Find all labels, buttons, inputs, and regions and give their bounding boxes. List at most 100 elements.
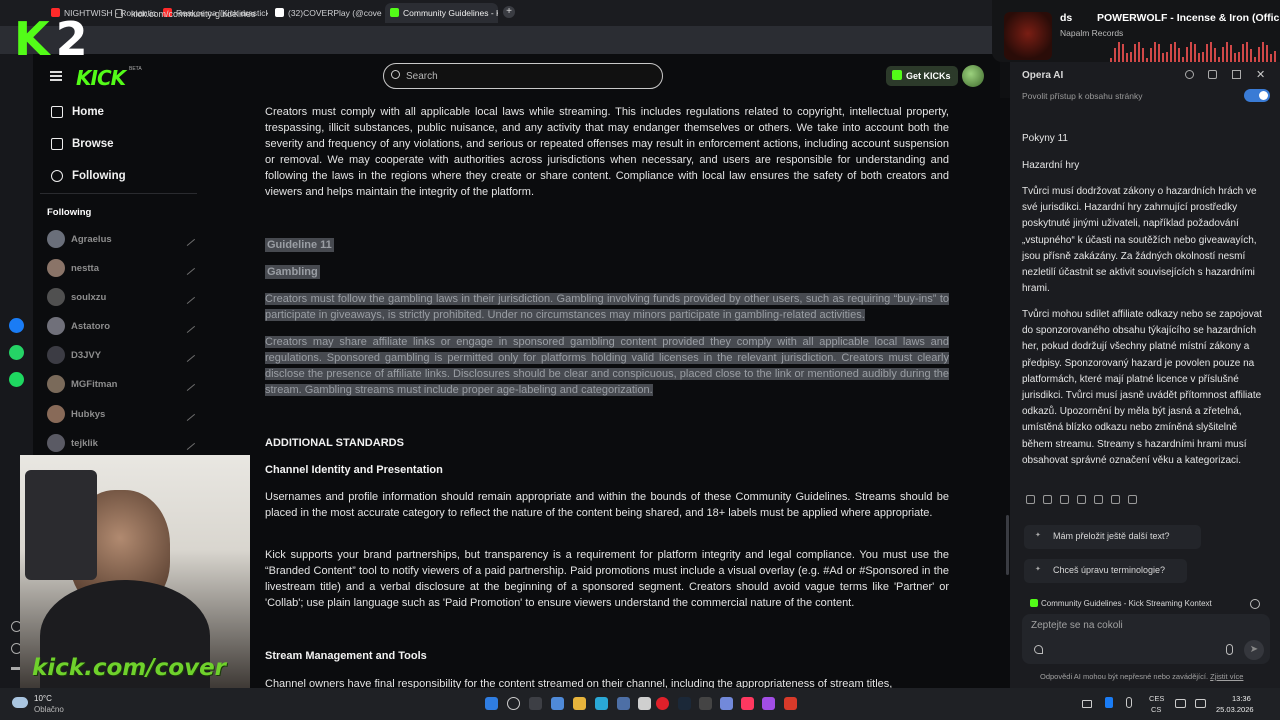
tray-icon[interactable]: [1082, 700, 1092, 708]
ai-answer-paragraph: Tvůrci mohou sdílet affiliate odkazy neb…: [1022, 309, 1262, 466]
copy-icon[interactable]: [1094, 495, 1103, 504]
tab-coverplay[interactable]: (32)COVERPlay (@coverpl: [270, 3, 382, 23]
following-item[interactable]: nestta: [47, 259, 197, 279]
visualizer-bar: [1238, 51, 1240, 62]
app-icon[interactable]: [741, 697, 754, 710]
speaker-icon[interactable]: [1077, 495, 1086, 504]
task-view-icon[interactable]: [529, 697, 542, 710]
clock-time[interactable]: 13:36: [1232, 694, 1251, 703]
nav-home[interactable]: Home: [72, 106, 104, 118]
new-chat-icon[interactable]: [1208, 70, 1217, 79]
following-item[interactable]: Hubkys: [47, 405, 197, 425]
visualizer-bar: [1214, 48, 1216, 62]
visualizer-bar: [1206, 43, 1208, 62]
bluetooth-icon[interactable]: [1105, 697, 1113, 708]
keyboard-layout-sub[interactable]: CS: [1151, 705, 1161, 714]
learn-more-link[interactable]: Zjistit více: [1210, 672, 1243, 681]
kicks-icon: [892, 70, 902, 80]
chrome-icon[interactable]: [551, 697, 564, 710]
visualizer-bar: [1118, 42, 1120, 62]
attach-icon[interactable]: [1034, 645, 1043, 654]
whatsapp-icon[interactable]: [9, 345, 24, 360]
network-icon[interactable]: [1175, 699, 1186, 708]
app-icon[interactable]: [784, 697, 797, 710]
edge-icon[interactable]: [595, 697, 608, 710]
following-item[interactable]: D3JVY: [47, 346, 197, 366]
steam-icon[interactable]: [678, 697, 691, 710]
weather-temp[interactable]: 10°C: [34, 694, 52, 703]
volume-icon[interactable]: [1195, 699, 1206, 708]
new-tab-button[interactable]: +: [503, 6, 515, 18]
close-icon[interactable]: ✕: [1256, 68, 1265, 81]
visualizer-bar: [1182, 57, 1184, 62]
suggestion-chip[interactable]: Chceš úpravu terminologie?: [1024, 559, 1187, 583]
following-item[interactable]: soulxzu: [47, 288, 197, 308]
spotify-icon[interactable]: [9, 372, 24, 387]
visualizer-bar: [1242, 43, 1244, 62]
store-icon[interactable]: [617, 697, 630, 710]
offline-icon: [180, 231, 196, 247]
regenerate-icon[interactable]: [1060, 495, 1069, 504]
info-icon[interactable]: [1250, 599, 1260, 609]
settings-icon[interactable]: [1185, 70, 1194, 79]
avatar[interactable]: [962, 65, 984, 87]
ai-answer-paragraph: Tvůrci musí dodržovat zákony o hazardníc…: [1022, 186, 1257, 295]
following-item[interactable]: MGFitman: [47, 375, 197, 395]
offline-icon: [180, 347, 196, 363]
thumbs-up-icon[interactable]: [1026, 495, 1035, 504]
visualizer-bar: [1234, 53, 1236, 62]
track-title: POWERWOLF - Incense & Iron (Offic: [1097, 12, 1280, 24]
following-item[interactable]: Astatoro: [47, 317, 197, 337]
expand-icon[interactable]: [1232, 70, 1241, 79]
visualizer-bar: [1142, 47, 1144, 62]
keyboard-layout[interactable]: CES: [1149, 694, 1164, 703]
visualizer-bar: [1178, 48, 1180, 62]
section-title: Gambling: [265, 265, 320, 279]
avatar: [47, 259, 65, 277]
thumbs-down-icon[interactable]: [1043, 495, 1052, 504]
twitch-icon[interactable]: [762, 697, 775, 710]
lock-icon[interactable]: [115, 9, 123, 18]
discord-icon[interactable]: [720, 697, 733, 710]
visualizer-bar: [1254, 56, 1256, 62]
address-bar: [0, 26, 1000, 54]
opera-icon[interactable]: [656, 697, 669, 710]
tab-community-guidelines[interactable]: Community Guidelines - K: [385, 3, 498, 23]
share-icon[interactable]: [1128, 495, 1137, 504]
app-icon[interactable]: [638, 697, 651, 710]
clock-date[interactable]: 25.03.2026: [1216, 705, 1254, 714]
divider: [40, 193, 197, 194]
send-button[interactable]: ➤: [1244, 640, 1264, 660]
image-icon[interactable]: [1111, 495, 1120, 504]
app-icon[interactable]: [699, 697, 712, 710]
beta-badge: BETA: [129, 66, 142, 72]
ai-panel-title: Opera AI: [1022, 70, 1064, 81]
tab-label: (32)COVERPlay (@coverpl: [288, 8, 382, 18]
microphone-icon[interactable]: [1226, 644, 1233, 655]
messenger-icon[interactable]: [9, 318, 24, 333]
menu-icon[interactable]: [50, 71, 62, 81]
visualizer-bar: [1262, 42, 1264, 62]
url-field[interactable]: kick.com/community-guidelines: [131, 9, 256, 19]
microphone-icon[interactable]: [1126, 697, 1132, 708]
weather-desc[interactable]: Oblačno: [34, 705, 64, 714]
ai-answer-heading: Pokyny 11: [1022, 133, 1068, 144]
cloud-icon[interactable]: [12, 697, 28, 708]
suggestion-chip[interactable]: Mám přeložit ještě další text?: [1024, 525, 1201, 549]
explorer-icon[interactable]: [573, 697, 586, 710]
avatar: [47, 230, 65, 248]
tab-label: Community Guidelines - K: [403, 8, 498, 18]
nav-browse[interactable]: Browse: [72, 138, 114, 150]
page-access-toggle[interactable]: [1244, 89, 1270, 102]
search-icon[interactable]: [507, 697, 520, 710]
following-item[interactable]: tejklik: [47, 434, 197, 454]
following-item[interactable]: Agraelus: [47, 230, 197, 250]
kick-logo[interactable]: KICK: [76, 66, 126, 90]
visualizer-bar: [1266, 44, 1268, 62]
start-icon[interactable]: [485, 697, 498, 710]
visualizer-bar: [1186, 47, 1188, 62]
avatar: [47, 434, 65, 452]
ai-answer-subheading: Hazardní hry: [1022, 160, 1080, 171]
nav-following[interactable]: Following: [72, 170, 126, 182]
scrollbar[interactable]: [1006, 515, 1009, 575]
